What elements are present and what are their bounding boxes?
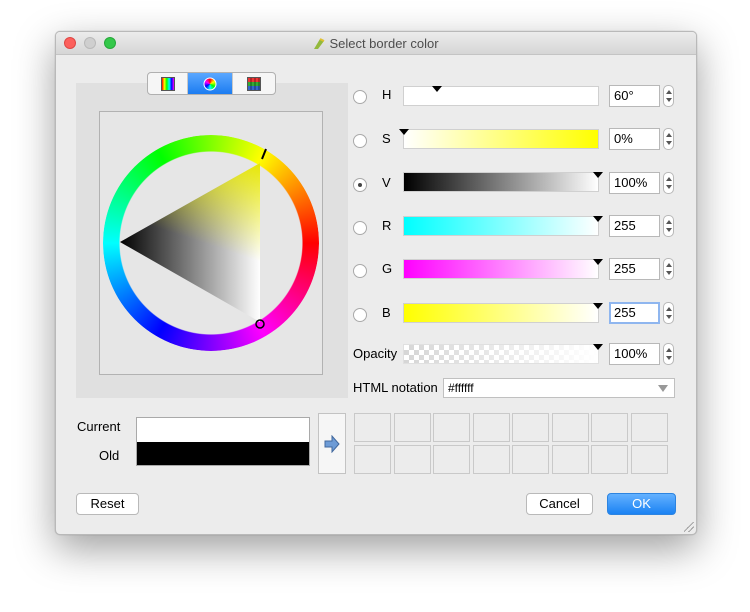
slider-marker[interactable] (593, 216, 603, 222)
slider-v[interactable] (403, 172, 603, 192)
opacity-spinbox[interactable]: 100% (609, 343, 660, 365)
slider-h[interactable] (403, 86, 599, 106)
color-wheel-frame (99, 111, 323, 375)
current-color-swatch (137, 418, 309, 442)
swatch-cell[interactable] (591, 413, 628, 442)
swatch-cell[interactable] (393, 413, 431, 442)
slider-r[interactable] (403, 216, 603, 236)
radio-b[interactable] (353, 308, 367, 322)
label-g: G (382, 261, 393, 276)
swatch-grid-icon (247, 76, 261, 91)
swatch-cell[interactable] (591, 445, 628, 474)
swatch-cell[interactable] (433, 413, 470, 442)
spinbox-h[interactable]: 60° (609, 85, 660, 107)
swatch-cell[interactable] (354, 445, 391, 474)
html-notation-value: #ffffff (448, 381, 474, 395)
radio-g[interactable] (353, 264, 367, 278)
swatch-cell[interactable] (512, 445, 549, 474)
html-notation-label: HTML notation (353, 380, 438, 395)
swatch-cell[interactable] (630, 413, 668, 442)
swatch-cell[interactable] (433, 445, 470, 474)
swatch-cell[interactable] (472, 413, 510, 442)
window-title: Select border color (329, 36, 439, 51)
slider-marker[interactable] (593, 172, 603, 178)
stepper-h[interactable] (663, 85, 674, 107)
radio-h[interactable] (353, 90, 367, 104)
opacity-gradient (404, 345, 598, 363)
swatch-cell[interactable] (393, 445, 431, 474)
color-preview (136, 417, 310, 466)
label-s: S (382, 131, 391, 146)
reset-button[interactable]: Reset (76, 493, 139, 515)
custom-swatch-grid (354, 413, 670, 475)
swatch-cell[interactable] (551, 445, 589, 474)
opacity-stepper[interactable] (663, 343, 674, 365)
opacity-slider-marker[interactable] (593, 344, 603, 350)
ok-button[interactable]: OK (607, 493, 676, 515)
opacity-slider[interactable] (403, 344, 603, 364)
select-color-dialog: Select border color H 60° S 0% V 100% R … (55, 31, 697, 535)
slider-marker[interactable] (593, 259, 603, 265)
label-r: R (382, 218, 392, 233)
qgis-app-icon (314, 38, 325, 49)
color-wheel-widget[interactable] (100, 112, 322, 374)
spinbox-s[interactable]: 0% (609, 128, 660, 150)
color-wheel-icon (203, 77, 217, 90)
stepper-g[interactable] (663, 258, 674, 280)
slider-marker[interactable] (432, 86, 442, 92)
spinbox-r[interactable]: 255 (609, 215, 660, 237)
cancel-button[interactable]: Cancel (526, 493, 593, 515)
spinbox-g[interactable]: 255 (609, 258, 660, 280)
color-ramp-icon (160, 76, 175, 91)
old-color-label: Old (99, 448, 120, 463)
tab-color-ramp[interactable] (148, 73, 188, 94)
title-bar: Select border color (56, 32, 696, 55)
radio-v[interactable] (353, 178, 367, 192)
stepper-v[interactable] (663, 172, 674, 194)
label-b: B (382, 305, 391, 320)
spinbox-b[interactable]: 255 (609, 302, 660, 324)
stepper-r[interactable] (663, 215, 674, 237)
stepper-b[interactable] (663, 302, 674, 324)
radio-s[interactable] (353, 134, 367, 148)
slider-b[interactable] (403, 303, 603, 323)
html-notation-field[interactable]: #ffffff (443, 378, 675, 398)
swatch-cell[interactable] (551, 413, 589, 442)
spinbox-v[interactable]: 100% (609, 172, 660, 194)
label-h: H (382, 87, 392, 102)
swatch-cell[interactable] (630, 445, 668, 474)
swatch-cell[interactable] (354, 413, 391, 442)
dropdown-arrow-icon[interactable] (658, 385, 668, 392)
label-v: V (382, 175, 391, 190)
swatch-cell[interactable] (512, 413, 549, 442)
current-color-label: Current (77, 419, 121, 434)
slider-marker[interactable] (399, 129, 409, 135)
slider-s[interactable] (399, 129, 599, 149)
color-method-tabs (147, 72, 276, 95)
add-to-swatches-button[interactable] (318, 413, 346, 474)
slider-g[interactable] (403, 259, 603, 279)
tab-color-swatches[interactable] (232, 73, 275, 94)
old-color-swatch[interactable] (137, 442, 309, 465)
window-title-wrap: Select border color (56, 36, 696, 51)
swatch-cell[interactable] (472, 445, 510, 474)
arrow-right-icon (324, 435, 340, 453)
radio-r[interactable] (353, 221, 367, 235)
slider-marker[interactable] (593, 303, 603, 309)
stepper-s[interactable] (663, 128, 674, 150)
resize-grip-icon[interactable] (684, 522, 694, 532)
opacity-label: Opacity (353, 346, 398, 361)
tab-color-wheel[interactable] (188, 73, 232, 94)
